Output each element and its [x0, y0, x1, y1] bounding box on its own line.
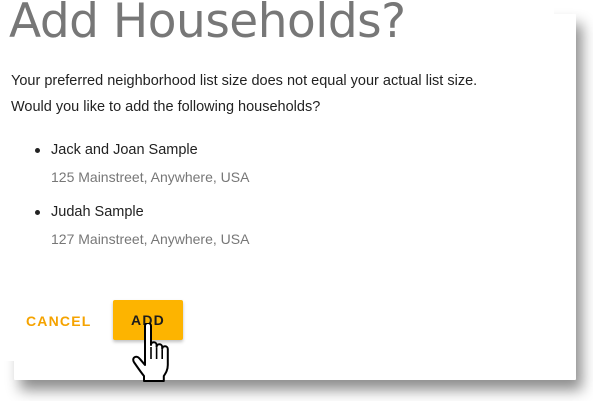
household-address: 127 Mainstreet, Anywhere, USA: [51, 231, 250, 247]
message-line-2: Would you like to add the following hous…: [11, 99, 321, 115]
dialog-message: Your preferred neighborhood list size do…: [11, 68, 546, 120]
dialog-title: Add Households?: [9, 0, 406, 49]
add-households-dialog: Add Households? Your preferred neighborh…: [0, 0, 554, 361]
list-item: Jack and Joan Sample 125 Mainstreet, Any…: [35, 139, 249, 188]
household-name: Judah Sample: [51, 204, 144, 220]
bullet-icon: [35, 148, 40, 153]
household-name: Jack and Joan Sample: [51, 142, 198, 158]
cancel-button[interactable]: CANCEL: [26, 306, 92, 336]
household-address: 125 Mainstreet, Anywhere, USA: [51, 169, 250, 185]
hand-pointer-icon: [132, 323, 169, 382]
list-item: Judah Sample 127 Mainstreet, Anywhere, U…: [35, 201, 249, 250]
bullet-icon: [35, 210, 40, 215]
household-list: Jack and Joan Sample 125 Mainstreet, Any…: [35, 139, 249, 263]
message-line-1: Your preferred neighborhood list size do…: [11, 73, 478, 89]
